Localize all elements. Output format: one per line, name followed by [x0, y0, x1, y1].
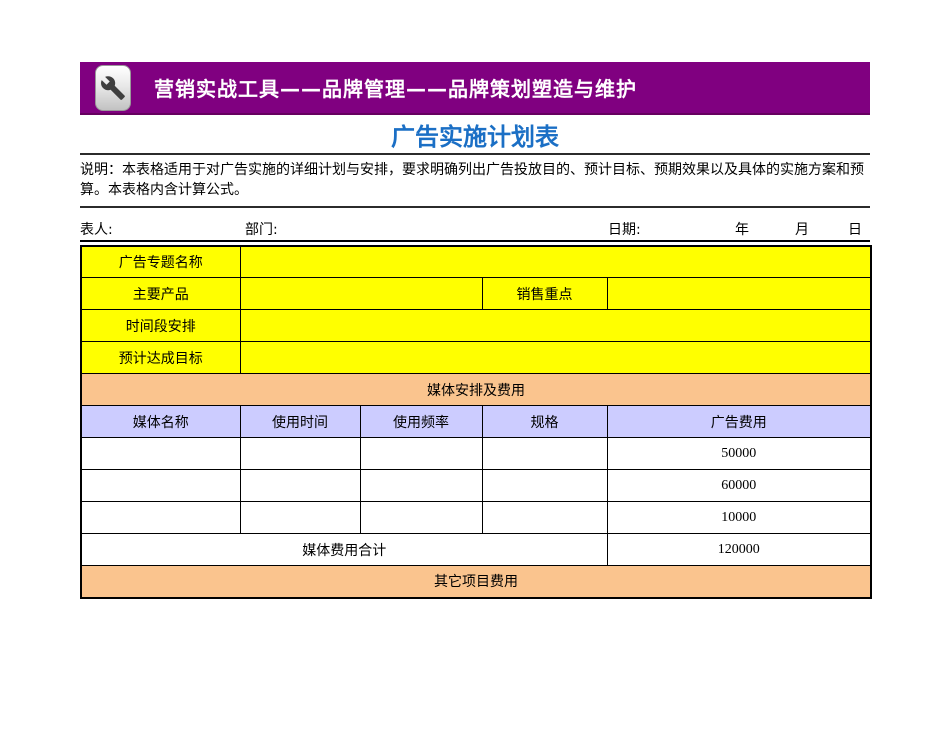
day-label: 日: [848, 219, 862, 239]
media-name-cell[interactable]: [81, 502, 240, 534]
use-frequency-cell[interactable]: [360, 502, 482, 534]
media-name-cell[interactable]: [81, 438, 240, 470]
bottom-rule: [80, 206, 870, 208]
use-time-cell[interactable]: [240, 502, 360, 534]
media-name-header: 媒体名称: [81, 406, 240, 438]
media-data-row: 10000: [81, 502, 871, 534]
ad-topic-label: 广告专题名称: [81, 246, 240, 278]
table-row: 其它项目费用: [81, 566, 871, 598]
media-total-row: 媒体费用合计 120000: [81, 534, 871, 566]
use-time-header: 使用时间: [240, 406, 360, 438]
other-costs-header: 其它项目费用: [81, 566, 871, 598]
sales-focus-value-cell[interactable]: [607, 278, 871, 310]
year-label: 年: [735, 219, 749, 239]
plan-table: 广告专题名称 主要产品 销售重点 时间段安排 预计达成目标 媒体安排及费用 媒体…: [80, 245, 872, 599]
table-row: 广告专题名称: [81, 246, 871, 278]
use-frequency-cell[interactable]: [360, 438, 482, 470]
target-value-cell[interactable]: [240, 342, 871, 374]
page-content: 营销实战工具——品牌管理——品牌策划塑造与维护 广告实施计划表 说明：本表格适用…: [80, 62, 870, 599]
media-data-row: 50000: [81, 438, 871, 470]
media-total-value[interactable]: 120000: [607, 534, 871, 566]
time-range-value-cell[interactable]: [240, 310, 871, 342]
target-label: 预计达成目标: [81, 342, 240, 374]
table-row: 主要产品 销售重点: [81, 278, 871, 310]
use-frequency-cell[interactable]: [360, 470, 482, 502]
date-label: 日期:: [608, 219, 641, 239]
banner-title: 营销实战工具——品牌管理——品牌策划塑造与维护: [154, 73, 637, 102]
description-text: 说明：本表格适用于对广告实施的详细计划与安排，要求明确列出广告投放目的、预计目标…: [80, 155, 870, 206]
page-title: 广告实施计划表: [80, 121, 870, 153]
table-row: 预计达成目标: [81, 342, 871, 374]
wrench-icon: [95, 65, 131, 111]
department-label: 部门:: [245, 219, 278, 239]
ad-cost-cell[interactable]: 50000: [607, 438, 871, 470]
spec-cell[interactable]: [482, 502, 607, 534]
table-row: 媒体安排及费用: [81, 374, 871, 406]
sales-focus-label: 销售重点: [482, 278, 607, 310]
form-header-row: 表人: 部门: 日期: 年 月 日: [80, 216, 870, 242]
filler-label: 表人:: [80, 219, 113, 239]
media-section-header: 媒体安排及费用: [81, 374, 871, 406]
use-time-cell[interactable]: [240, 438, 360, 470]
spec-cell[interactable]: [482, 470, 607, 502]
top-banner: 营销实战工具——品牌管理——品牌策划塑造与维护: [80, 62, 870, 115]
time-range-label: 时间段安排: [81, 310, 240, 342]
media-columns-row: 媒体名称 使用时间 使用频率 规格 广告费用: [81, 406, 871, 438]
ad-cost-header: 广告费用: [607, 406, 871, 438]
month-label: 月: [795, 219, 809, 239]
spec-cell[interactable]: [482, 438, 607, 470]
ad-cost-cell[interactable]: 60000: [607, 470, 871, 502]
ad-cost-cell[interactable]: 10000: [607, 502, 871, 534]
use-time-cell[interactable]: [240, 470, 360, 502]
media-name-cell[interactable]: [81, 470, 240, 502]
ad-topic-value-cell[interactable]: [240, 246, 871, 278]
media-data-row: 60000: [81, 470, 871, 502]
spec-header: 规格: [482, 406, 607, 438]
media-total-label: 媒体费用合计: [81, 534, 607, 566]
main-product-value-cell[interactable]: [240, 278, 482, 310]
table-row: 时间段安排: [81, 310, 871, 342]
use-frequency-header: 使用频率: [360, 406, 482, 438]
main-product-label: 主要产品: [81, 278, 240, 310]
